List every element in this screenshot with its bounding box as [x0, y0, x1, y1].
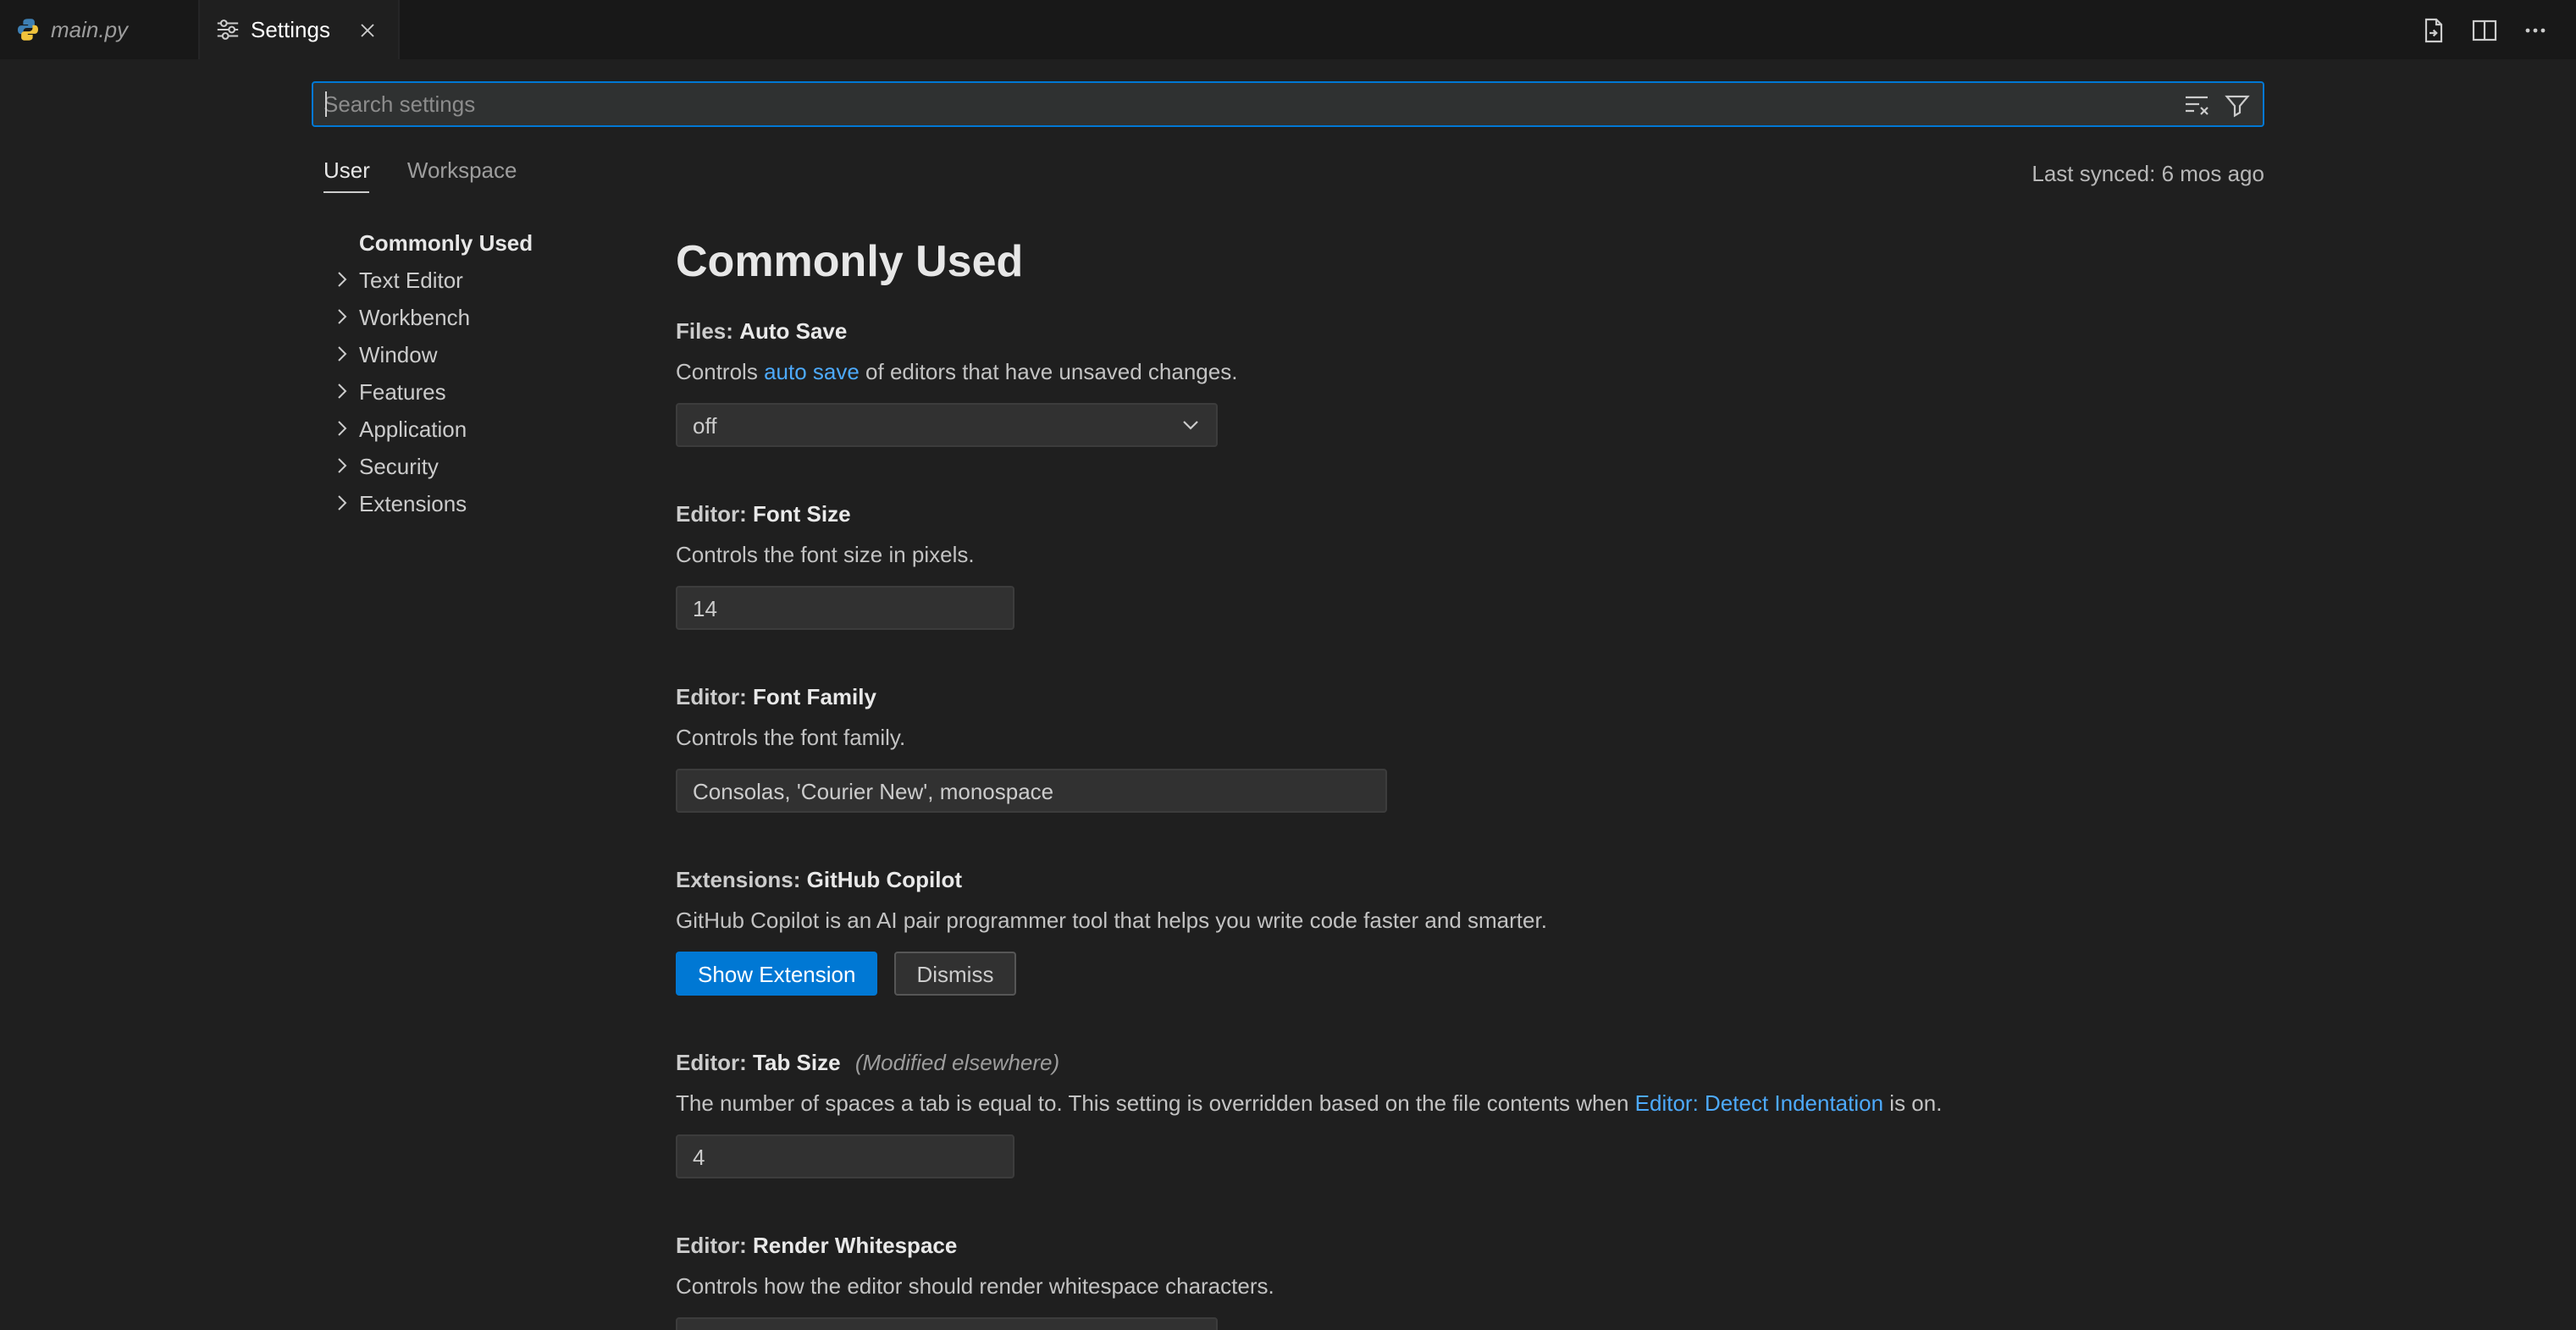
toc-item-application[interactable]: Application [312, 410, 676, 447]
setting-label: Editor: Font Family [676, 682, 2264, 713]
setting-description: The number of spaces a tab is equal to. … [676, 1089, 2264, 1119]
open-settings-json-icon[interactable] [2413, 9, 2454, 50]
editor-actions [2413, 0, 2576, 59]
scope-label: Workspace [407, 157, 517, 183]
auto-save-select[interactable]: off [676, 403, 1218, 447]
setting-editor-font-family: Editor: Font Family Controls the font fa… [676, 682, 2264, 813]
editor-tab-bar: main.py Settings [0, 0, 2576, 59]
copilot-actions: Show Extension Dismiss [676, 952, 2264, 996]
chevron-right-icon [329, 489, 356, 516]
toc-item-commonly-used[interactable]: Commonly Used [312, 224, 676, 261]
setting-editor-render-whitespace: Editor: Render Whitespace Controls how t… [676, 1231, 2264, 1330]
toc-label: Workbench [359, 304, 470, 329]
toc-item-workbench[interactable]: Workbench [312, 298, 676, 335]
render-whitespace-select[interactable] [676, 1317, 1218, 1330]
python-icon [14, 16, 41, 43]
setting-label: Editor: Font Size [676, 499, 2264, 530]
chevron-right-icon [329, 415, 356, 442]
clear-search-icon[interactable] [2178, 86, 2215, 123]
chevron-right-icon [329, 303, 356, 330]
show-extension-button[interactable]: Show Extension [676, 952, 877, 996]
search-row [312, 59, 2264, 127]
setting-description: Controls the font size in pixels. [676, 540, 2264, 571]
dismiss-button[interactable]: Dismiss [894, 952, 1015, 996]
toc-label: Text Editor [359, 267, 463, 292]
tab-settings[interactable]: Settings [200, 0, 400, 59]
selected-value: off [693, 412, 716, 438]
chevron-down-icon [1177, 411, 1204, 444]
toc-label: Features [359, 378, 446, 404]
vscode-window: main.py Settings [0, 0, 2576, 1330]
setting-extensions-github-copilot: Extensions: GitHub Copilot GitHub Copilo… [676, 865, 2264, 996]
auto-save-link[interactable]: auto save [764, 359, 860, 384]
scope-tabs: User Workspace [312, 157, 517, 193]
setting-description: GitHub Copilot is an AI pair programmer … [676, 906, 2264, 936]
modified-elsewhere-note: (Modified elsewhere) [855, 1050, 1059, 1075]
setting-description: Controls auto save of editors that have … [676, 357, 2264, 388]
toc-item-extensions[interactable]: Extensions [312, 484, 676, 522]
last-synced-label: Last synced: 6 mos ago [2032, 161, 2264, 193]
toc-label: Commonly Used [359, 229, 533, 255]
close-icon[interactable] [351, 13, 384, 47]
tab-size-input[interactable] [676, 1134, 1014, 1178]
chevron-right-icon [329, 378, 356, 405]
setting-label: Editor: Tab Size (Modified elsewhere) [676, 1048, 2264, 1079]
settings-list: Commonly Used Files: Auto Save Controls … [676, 213, 2264, 1330]
more-actions-icon[interactable] [2515, 9, 2556, 50]
setting-label: Extensions: GitHub Copilot [676, 865, 2264, 896]
setting-editor-font-size: Editor: Font Size Controls the font size… [676, 499, 2264, 630]
settings-sliders-icon [213, 16, 240, 43]
chevron-right-icon [329, 266, 356, 293]
scope-row: User Workspace Last synced: 6 mos ago [312, 152, 2264, 193]
detect-indentation-link[interactable]: Editor: Detect Indentation [1635, 1090, 1883, 1116]
setting-label: Editor: Render Whitespace [676, 1231, 2264, 1261]
tab-label: main.py [51, 17, 185, 42]
settings-search-box [312, 81, 2264, 127]
toc-label: Window [359, 341, 438, 367]
chevron-right-icon [329, 452, 356, 479]
filter-icon[interactable] [2219, 86, 2256, 123]
search-actions [2178, 86, 2263, 123]
font-size-input[interactable] [676, 586, 1014, 630]
tab-user[interactable]: User [323, 157, 370, 193]
setting-editor-tab-size: Editor: Tab Size (Modified elsewhere) Th… [676, 1048, 2264, 1178]
chevron-right-icon [329, 340, 356, 367]
toc-label: Security [359, 453, 439, 478]
settings-body: Commonly Used Text Editor Workbench Wind… [312, 213, 2264, 1330]
setting-description: Controls the font family. [676, 723, 2264, 753]
toc-label: Application [359, 416, 467, 441]
text-caret [325, 91, 327, 117]
settings-toc: Commonly Used Text Editor Workbench Wind… [312, 213, 676, 1330]
setting-label: Files: Auto Save [676, 317, 2264, 347]
split-editor-icon[interactable] [2464, 9, 2505, 50]
tab-main-py[interactable]: main.py [0, 0, 200, 59]
toc-item-features[interactable]: Features [312, 373, 676, 410]
setting-description: Controls how the editor should render wh… [676, 1272, 2264, 1302]
toc-item-window[interactable]: Window [312, 335, 676, 373]
tab-workspace[interactable]: Workspace [407, 157, 517, 193]
page-title: Commonly Used [676, 235, 2264, 286]
font-family-input[interactable] [676, 769, 1387, 813]
setting-files-auto-save: Files: Auto Save Controls auto save of e… [676, 317, 2264, 447]
search-input[interactable] [313, 91, 2178, 117]
settings-editor: User Workspace Last synced: 6 mos ago Co… [0, 59, 2576, 1330]
toc-item-text-editor[interactable]: Text Editor [312, 261, 676, 298]
toc-item-security[interactable]: Security [312, 447, 676, 484]
toc-label: Extensions [359, 490, 467, 516]
tab-label: Settings [251, 17, 340, 42]
scope-label: User [323, 157, 370, 183]
